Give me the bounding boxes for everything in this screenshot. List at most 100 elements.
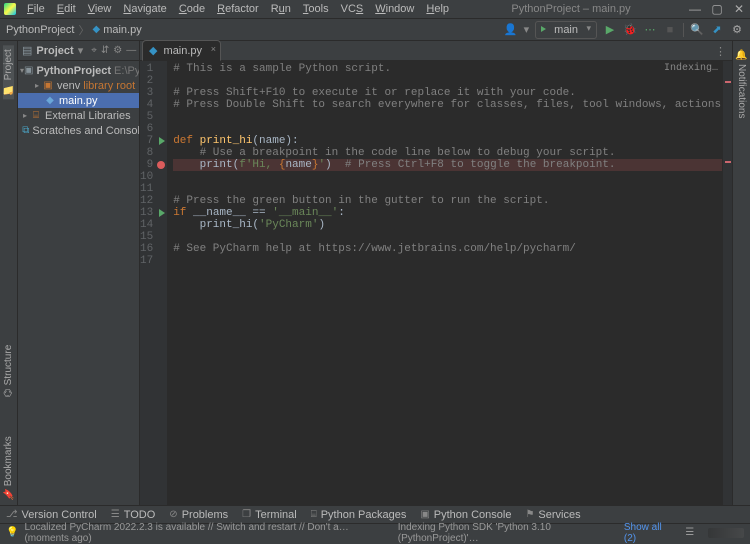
- select-target-icon[interactable]: ⌖: [91, 44, 97, 58]
- menu-vcs[interactable]: VCS: [336, 1, 369, 17]
- marker-icon[interactable]: [725, 81, 731, 83]
- window-maximize-icon[interactable]: ▢: [710, 2, 724, 16]
- tree-scratches[interactable]: ⧉ Scratches and Consoles: [18, 123, 139, 138]
- python-file-icon: ◆: [44, 95, 56, 106]
- problems-icon: ⊘: [169, 509, 177, 520]
- statusbar: 💡 Localized PyCharm 2022.2.3 is availabl…: [0, 523, 750, 541]
- window-title: PythonProject – main.py: [454, 3, 688, 15]
- todo-icon: ☰: [111, 509, 120, 520]
- terminal-icon: ❐: [242, 509, 251, 520]
- python-file-icon: ◆: [92, 24, 100, 35]
- tab-label: main.py: [164, 45, 203, 57]
- library-icon: ⌸: [30, 110, 42, 121]
- editor-tab-mainpy[interactable]: ◆ main.py ×: [142, 40, 221, 61]
- app-logo-icon: [4, 3, 16, 15]
- folder-icon: ▣: [24, 65, 33, 76]
- status-showall[interactable]: Show all (2): [624, 522, 671, 544]
- right-toolstrip: 🔔Notifications: [732, 41, 750, 505]
- stop-icon[interactable]: ■: [663, 23, 677, 37]
- project-view-dropdown-icon[interactable]: ▾: [78, 44, 84, 57]
- tree-root-name: PythonProject: [36, 65, 111, 77]
- settings-icon[interactable]: ⚙: [730, 23, 744, 37]
- editor-gutter[interactable]: 1234567891011121314151617: [140, 61, 167, 505]
- debug-icon[interactable]: 🐞: [623, 23, 637, 37]
- editor: ◆ main.py × ⋮ 1234567891011121314151617 …: [140, 41, 732, 505]
- folder-icon: ▤: [22, 44, 32, 57]
- menu-file[interactable]: File: [22, 1, 50, 17]
- run-more-icon[interactable]: ⋯: [643, 23, 657, 37]
- main-area: 📁Project ⌬Structure 🔖Bookmarks ▤ Project…: [0, 41, 750, 505]
- menu-refactor[interactable]: Refactor: [212, 1, 264, 17]
- window-minimize-icon[interactable]: —: [688, 2, 702, 16]
- tree-venv-name: venv: [57, 80, 80, 92]
- menu-help[interactable]: Help: [421, 1, 454, 17]
- scratches-icon: ⧉: [22, 125, 29, 136]
- menu-edit[interactable]: Edit: [52, 1, 81, 17]
- hide-panel-icon[interactable]: —: [126, 44, 136, 58]
- project-panel-header: ▤ Project ▾ ⌖ ⇵ ⚙ —: [18, 41, 139, 61]
- search-icon[interactable]: 🔍: [690, 23, 704, 37]
- status-message: Localized PyCharm 2022.2.3 is available …: [24, 522, 377, 544]
- project-panel: ▤ Project ▾ ⌖ ⇵ ⚙ — ▾ ▣ PythonProject E:…: [18, 41, 140, 505]
- expand-icon[interactable]: ▸: [20, 111, 30, 120]
- main-menu: File Edit View Navigate Code Refactor Ru…: [22, 1, 454, 17]
- editor-overview-ruler[interactable]: [722, 61, 732, 505]
- toolwindow-bookmarks[interactable]: 🔖Bookmarks: [3, 432, 14, 505]
- menu-run[interactable]: Run: [266, 1, 296, 17]
- toolwindow-structure[interactable]: ⌬Structure: [3, 341, 14, 401]
- run-config-label: main: [554, 24, 578, 36]
- menu-view[interactable]: View: [83, 1, 117, 17]
- editor-viewport[interactable]: 1234567891011121314151617 # This is a sa…: [140, 61, 732, 505]
- tip-icon[interactable]: 💡: [6, 527, 18, 538]
- menu-navigate[interactable]: Navigate: [118, 1, 171, 17]
- editor-tabbar: ◆ main.py × ⋮: [140, 41, 732, 61]
- run-icon[interactable]: ▶: [603, 23, 617, 37]
- tree-root[interactable]: ▾ ▣ PythonProject E:\PythonProject: [18, 63, 139, 78]
- status-caret-icon[interactable]: ☰: [685, 527, 694, 538]
- panel-settings-icon[interactable]: ⚙: [113, 44, 122, 58]
- tree-venv[interactable]: ▸ ▣ venv library root: [18, 78, 139, 93]
- toolwindow-project[interactable]: 📁Project: [3, 45, 14, 99]
- tree-mainfile[interactable]: ◆ main.py: [18, 93, 139, 108]
- services-icon: ⚑: [525, 509, 534, 520]
- tree-mainfile-name: main.py: [59, 95, 98, 107]
- menu-tools[interactable]: Tools: [298, 1, 334, 17]
- tree-extlib-name: External Libraries: [45, 110, 131, 122]
- python-file-icon: ◆: [149, 45, 157, 57]
- tree-external-libs[interactable]: ▸ ⌸ External Libraries: [18, 108, 139, 123]
- menu-code[interactable]: Code: [174, 1, 210, 17]
- toolwindow-vcs[interactable]: ⎇Version Control: [6, 509, 97, 521]
- window-close-icon[interactable]: ✕: [732, 2, 746, 16]
- toolwindow-services[interactable]: ⚑Services: [525, 509, 580, 521]
- editor-code[interactable]: # This is a sample Python script. # Pres…: [167, 61, 732, 505]
- toolwindow-todo[interactable]: ☰TODO: [111, 509, 156, 521]
- breadcrumb-file[interactable]: main.py: [103, 24, 142, 36]
- updates-icon[interactable]: ⬈: [710, 23, 724, 37]
- toolwindow-notifications[interactable]: 🔔Notifications: [736, 45, 747, 123]
- console-icon: ▣: [420, 509, 429, 520]
- packages-icon: ⌸: [311, 509, 317, 520]
- indexing-label: Indexing…: [664, 63, 718, 74]
- toolwindow-pypackages[interactable]: ⌸Python Packages: [311, 509, 407, 521]
- navbar: PythonProject 〉 ◆ main.py 👤 ▾ main ▶ 🐞 ⋯…: [0, 19, 750, 41]
- titlebar: File Edit View Navigate Code Refactor Ru…: [0, 0, 750, 19]
- expand-icon[interactable]: ▸: [32, 81, 42, 90]
- expand-collapse-icon[interactable]: ⇵: [101, 44, 109, 58]
- run-config-selector[interactable]: main: [535, 21, 597, 39]
- user-icon[interactable]: 👤: [504, 23, 518, 37]
- tree-root-path: E:\PythonProject: [114, 65, 139, 77]
- marker-icon[interactable]: [725, 161, 731, 163]
- tabbar-more-icon[interactable]: ⋮: [709, 43, 732, 60]
- toolwindow-problems[interactable]: ⊘Problems: [169, 509, 228, 521]
- toolwindow-terminal[interactable]: ❐Terminal: [242, 509, 297, 521]
- menu-window[interactable]: Window: [370, 1, 419, 17]
- vcs-icon: ⎇: [6, 509, 18, 520]
- breadcrumb-sep-icon: 〉: [78, 22, 89, 38]
- tree-venv-hint: library root: [83, 80, 135, 92]
- toolwindow-pyconsole[interactable]: ▣Python Console: [420, 509, 511, 521]
- brand-logo-icon: [708, 528, 744, 538]
- status-indexing: Indexing Python SDK 'Python 3.10 (Python…: [398, 522, 610, 544]
- tab-close-icon[interactable]: ×: [211, 44, 216, 54]
- project-panel-title: Project: [36, 45, 73, 57]
- breadcrumb-root[interactable]: PythonProject: [6, 24, 74, 36]
